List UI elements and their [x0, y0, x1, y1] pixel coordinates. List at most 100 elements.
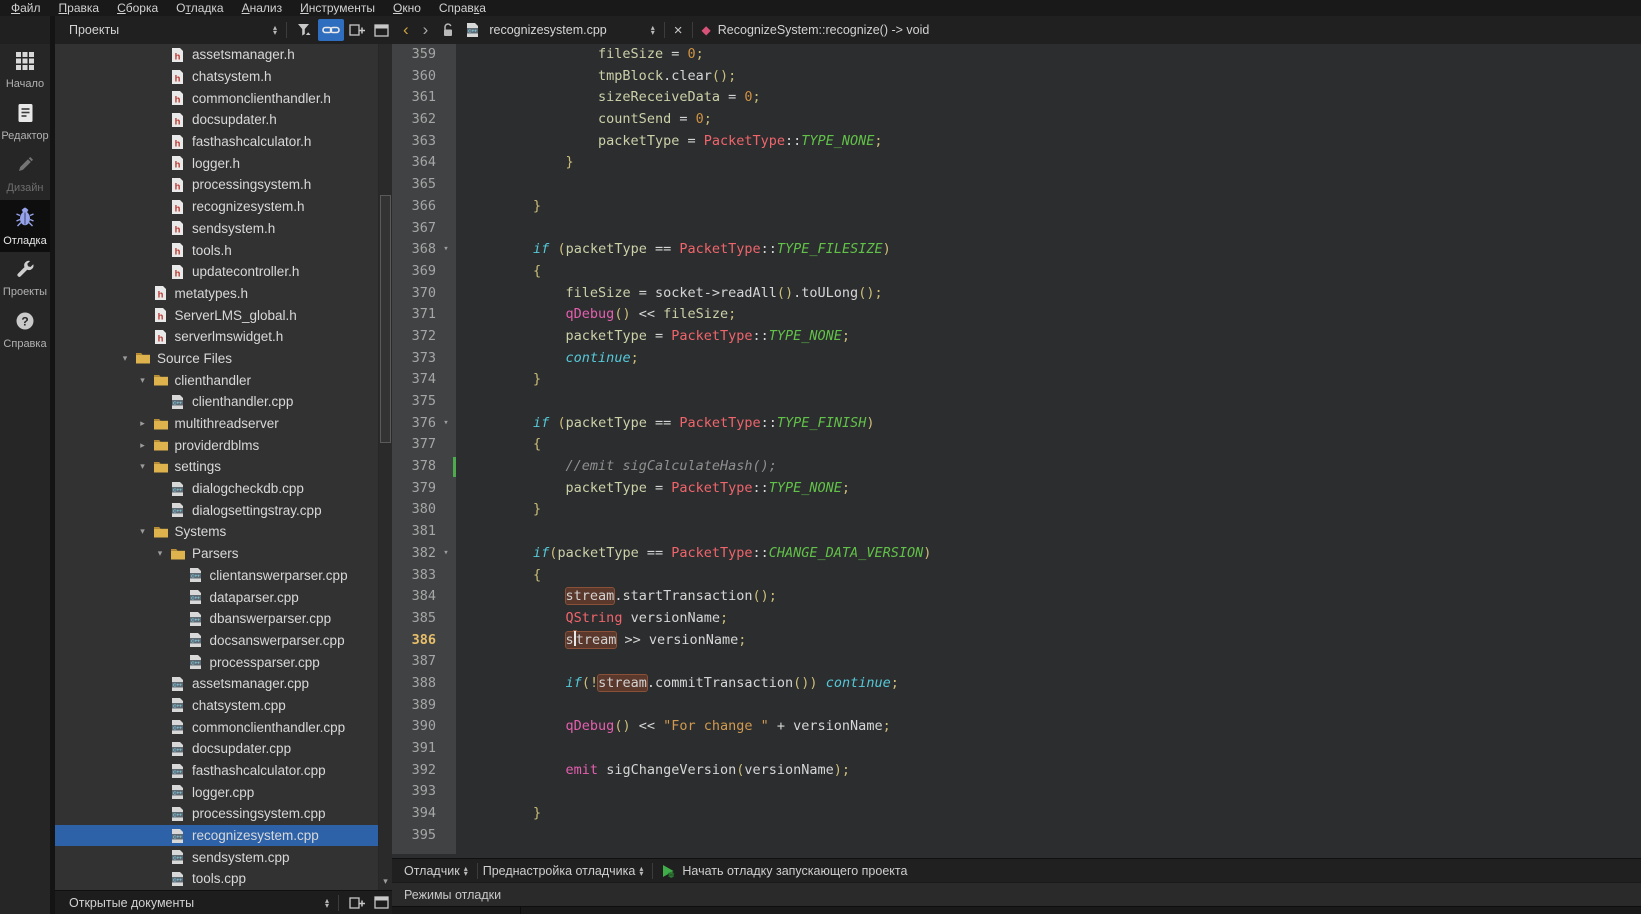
code-line[interactable]: 366 } [392, 196, 1641, 218]
tree-item[interactable]: hServerLMS_global.h [55, 304, 379, 326]
expand-arrow-icon[interactable]: ▾ [150, 548, 170, 559]
tree-item[interactable]: ▾Systems [55, 521, 379, 543]
expand-arrow-icon[interactable]: ▸ [133, 418, 153, 429]
code-line[interactable]: 389 [392, 695, 1641, 717]
split-panel-icon[interactable] [346, 892, 368, 914]
filter-icon[interactable] [294, 19, 316, 41]
tree-item[interactable]: C++docsanswerparser.cpp [55, 630, 379, 652]
tree-item[interactable]: hserverlmswidget.h [55, 326, 379, 348]
code-line[interactable]: 392 emit sigChangeVersion(versionName); [392, 760, 1641, 782]
menu-item-1[interactable]: Правка [50, 0, 109, 16]
menu-item-0[interactable]: Файл [2, 0, 50, 16]
tree-item[interactable]: C++clienthandler.cpp [55, 391, 379, 413]
tree-item[interactable]: hassetsmanager.h [55, 44, 379, 66]
tree-item[interactable]: C++chatsystem.cpp [55, 695, 379, 717]
tree-item[interactable]: C++dbanswerparser.cpp [55, 608, 379, 630]
close-document-icon[interactable]: × [670, 22, 687, 39]
menu-item-5[interactable]: Инструменты [291, 0, 384, 16]
mode-projects[interactable]: Проекты [0, 252, 50, 304]
menu-item-7[interactable]: Справка [430, 0, 495, 16]
code-line[interactable]: 373 continue; [392, 348, 1641, 370]
code-line[interactable]: 391 [392, 738, 1641, 760]
tree-item[interactable]: C++docsupdater.cpp [55, 738, 379, 760]
mode-design[interactable]: Дизайн [0, 148, 50, 200]
sync-with-editor-icon[interactable] [318, 19, 344, 41]
expand-arrow-icon[interactable]: ▾ [133, 526, 153, 537]
menu-item-6[interactable]: Окно [384, 0, 430, 16]
tree-item[interactable]: hfasthashcalculator.h [55, 131, 379, 153]
code-line[interactable]: 381 [392, 521, 1641, 543]
tree-item[interactable]: htools.h [55, 239, 379, 261]
tree-item[interactable]: C++assetsmanager.cpp [55, 673, 379, 695]
tree-item[interactable]: hcommonclienthandler.h [55, 87, 379, 109]
code-line[interactable]: 362 countSend = 0; [392, 109, 1641, 131]
tree-item[interactable]: C++recognizesystem.cpp [55, 825, 379, 847]
tree-scrollbar[interactable]: ▾ [378, 44, 392, 890]
tree-item[interactable]: ▾Source Files [55, 348, 379, 370]
code-line[interactable]: 359 fileSize = 0; [392, 44, 1641, 66]
code-line[interactable]: 375 [392, 391, 1641, 413]
tree-item[interactable]: C++sendsystem.cpp [55, 846, 379, 868]
open-document-name[interactable]: recognizesystem.cpp [489, 23, 606, 37]
tree-item[interactable]: ▾clienthandler [55, 369, 379, 391]
fold-arrow-icon[interactable]: ▾ [436, 543, 456, 565]
open-documents-dropdown-icon[interactable]: ▴▾ [325, 898, 329, 908]
mode-help[interactable]: ?Справка [0, 304, 50, 356]
code-line[interactable]: 360 tmpBlock.clear(); [392, 66, 1641, 88]
menu-item-3[interactable]: Отладка [167, 0, 232, 16]
tree-item[interactable]: C++fasthashcalculator.cpp [55, 760, 379, 782]
debugger-selector[interactable]: Отладчик [404, 864, 460, 878]
scroll-down-icon[interactable]: ▾ [379, 876, 392, 887]
tree-item[interactable]: C++processparser.cpp [55, 651, 379, 673]
tree-item[interactable]: hmetatypes.h [55, 283, 379, 305]
code-line[interactable]: 393 [392, 781, 1641, 803]
tree-item[interactable]: hupdatecontroller.h [55, 261, 379, 283]
code-area[interactable]: 359 fileSize = 0;360 tmpBlock.clear();36… [392, 44, 1641, 858]
expand-arrow-icon[interactable]: ▾ [133, 461, 153, 472]
close-panel-icon[interactable] [370, 19, 392, 41]
tree-item[interactable]: hprocessingsystem.h [55, 174, 379, 196]
code-line[interactable]: 361 sizeReceiveData = 0; [392, 87, 1641, 109]
mode-grid[interactable]: Начало [0, 44, 50, 96]
code-line[interactable]: 365 [392, 174, 1641, 196]
close-panel-icon[interactable] [370, 892, 392, 914]
expand-arrow-icon[interactable]: ▸ [133, 440, 153, 451]
code-line[interactable]: 377 { [392, 434, 1641, 456]
tree-item[interactable]: ▾settings [55, 456, 379, 478]
lock-icon[interactable] [437, 19, 459, 41]
code-line[interactable]: 368▾ if (packetType == PacketType::TYPE_… [392, 239, 1641, 261]
code-line[interactable]: 386 stream >> versionName; [392, 630, 1641, 652]
fold-arrow-icon[interactable]: ▾ [436, 239, 456, 261]
tree-item[interactable]: C++tools.cpp [55, 868, 379, 890]
code-line[interactable]: 387 [392, 651, 1641, 673]
code-line[interactable]: 369 { [392, 261, 1641, 283]
menu-item-2[interactable]: Сборка [108, 0, 167, 16]
tree-item[interactable]: C++dialogcheckdb.cpp [55, 478, 379, 500]
code-line[interactable]: 378 //emit sigCalculateHash(); [392, 456, 1641, 478]
expand-arrow-icon[interactable]: ▾ [133, 375, 153, 386]
tree-item[interactable]: C++dialogsettingstray.cpp [55, 499, 379, 521]
code-line[interactable]: 372 packetType = PacketType::TYPE_NONE; [392, 326, 1641, 348]
go-back-icon[interactable]: ‹ [396, 17, 416, 43]
tree-item[interactable]: ▸multithreadserver [55, 413, 379, 435]
tree-item[interactable]: C++clientanswerparser.cpp [55, 565, 379, 587]
tree-item[interactable]: hrecognizesystem.h [55, 196, 379, 218]
code-line[interactable]: 390 qDebug() << "For change " + versionN… [392, 716, 1641, 738]
code-line[interactable]: 384 stream.startTransaction(); [392, 586, 1641, 608]
code-line[interactable]: 385 QString versionName; [392, 608, 1641, 630]
tree-item[interactable]: hdocsupdater.h [55, 109, 379, 131]
mode-editor[interactable]: Редактор [0, 96, 50, 148]
start-debug-icon[interactable] [660, 863, 676, 879]
current-symbol[interactable]: RecognizeSystem::recognize() -> void [718, 23, 930, 37]
tree-item[interactable]: hchatsystem.h [55, 66, 379, 88]
code-line[interactable]: 371 qDebug() << fileSize; [392, 304, 1641, 326]
menu-item-4[interactable]: Анализ [233, 0, 292, 16]
code-line[interactable]: 376▾ if (packetType == PacketType::TYPE_… [392, 413, 1641, 435]
tree-item[interactable]: C++processingsystem.cpp [55, 803, 379, 825]
code-line[interactable]: 394 } [392, 803, 1641, 825]
tree-item[interactable]: ▸providerdblms [55, 434, 379, 456]
code-editor[interactable]: 359 fileSize = 0;360 tmpBlock.clear();36… [392, 44, 1641, 914]
tree-item[interactable]: C++logger.cpp [55, 781, 379, 803]
code-line[interactable]: 395 [392, 825, 1641, 847]
tree-item[interactable]: C++dataparser.cpp [55, 586, 379, 608]
